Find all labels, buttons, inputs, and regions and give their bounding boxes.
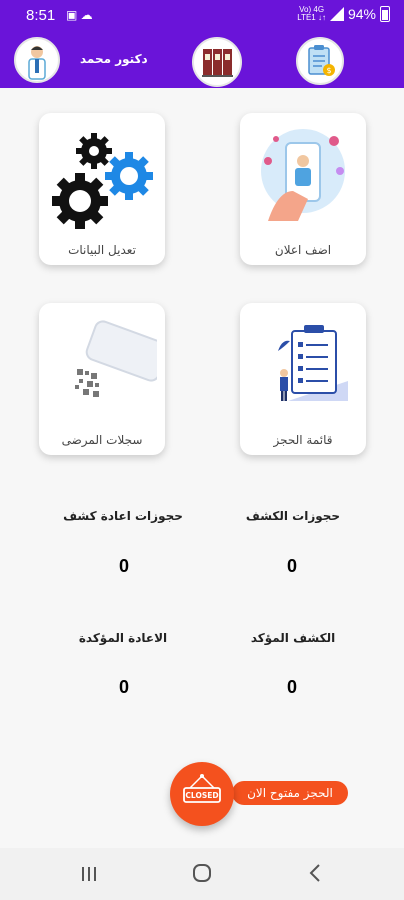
patient-records-label: سجلات المرضى — [61, 433, 143, 447]
medical-files-icon[interactable] — [192, 37, 242, 87]
phone-qr-icon — [75, 320, 157, 397]
status-right-group: Vo) 4G LTE1 ↓↑ 94% — [297, 6, 390, 22]
booking-list-card[interactable]: قائمة الحجز — [240, 303, 366, 455]
revisit-bookings-value: 0 — [118, 556, 129, 576]
checkup-bookings-value: 0 — [286, 556, 297, 576]
notification-icons: ▣ ☁ — [66, 8, 93, 22]
confirmed-checkup-label: الكشف المؤكد — [250, 631, 336, 645]
edit-data-card[interactable]: تعديل البيانات — [39, 113, 165, 265]
status-time: 8:51 — [26, 7, 56, 24]
checklist-icon — [278, 325, 348, 401]
home-icon[interactable] — [192, 863, 212, 888]
booking-list-label: قائمة الحجز — [273, 433, 333, 447]
signal-bottom-text: LTE1 ↓↑ — [297, 13, 326, 22]
recent-apps-icon[interactable] — [80, 864, 98, 888]
app-header: دكتور محمد $ — [0, 32, 404, 88]
confirmed-revisit-label: الاعادة المؤكدة — [78, 631, 168, 645]
signal-indicator: Vo) 4G LTE1 ↓↑ — [297, 6, 326, 22]
revisit-bookings-label: حجوزات اعادة كشف — [63, 509, 183, 523]
back-icon[interactable] — [308, 863, 322, 888]
clipboard-money-icon[interactable]: $ — [296, 37, 344, 85]
signal-bars-icon — [329, 7, 344, 21]
booking-toggle-button[interactable]: CLOSED — [170, 762, 234, 826]
closed-sign-text: CLOSED — [185, 791, 218, 800]
doctor-phone-icon — [261, 129, 345, 221]
battery-percent: 94% — [347, 6, 376, 22]
edit-data-label: تعديل البيانات — [68, 243, 136, 257]
battery-icon — [380, 6, 390, 22]
doctor-name: دكتور محمد — [80, 52, 148, 66]
add-ad-card[interactable]: اضف اعلان — [240, 113, 366, 265]
confirmed-revisit-value: 0 — [118, 677, 129, 697]
add-ad-label: اضف اعلان — [274, 243, 332, 257]
gears-icon — [52, 133, 153, 229]
status-bar: 8:51 ▣ ☁ Vo) 4G LTE1 ↓↑ 94% — [0, 0, 404, 32]
closed-sign-icon: CLOSED — [183, 774, 221, 803]
svg-text:$: $ — [326, 66, 331, 75]
system-nav-bar — [0, 848, 404, 900]
doctor-avatar-icon[interactable] — [14, 37, 60, 83]
checkup-bookings-label: حجوزات الكشف — [245, 509, 341, 523]
booking-status-pill[interactable]: الحجز مفتوح الان — [232, 781, 348, 805]
confirmed-checkup-value: 0 — [286, 677, 297, 697]
patient-records-card[interactable]: سجلات المرضى — [39, 303, 165, 455]
